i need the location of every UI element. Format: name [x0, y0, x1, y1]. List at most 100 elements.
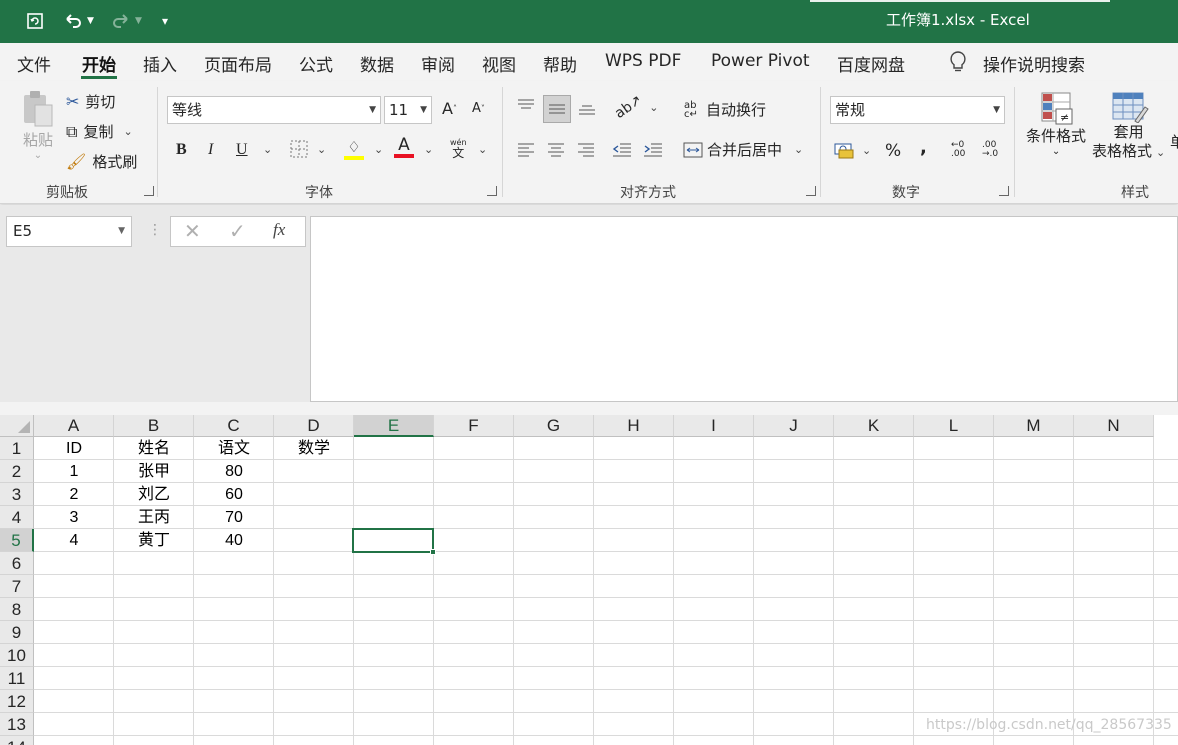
- fill-color-button[interactable]: ♢: [344, 138, 364, 160]
- font-name-select[interactable]: 等线 ▼: [167, 96, 381, 124]
- increase-decimal-icon[interactable]: ←0.00: [951, 141, 965, 159]
- tab-formulas[interactable]: 公式: [299, 51, 333, 76]
- row-header-4[interactable]: 4: [0, 506, 34, 529]
- column-header-j[interactable]: J: [754, 415, 834, 437]
- alignment-launcher-icon[interactable]: [806, 186, 816, 196]
- tab-baidu-netdisk[interactable]: 百度网盘: [837, 51, 905, 76]
- name-box[interactable]: E5 ▼: [6, 216, 132, 247]
- column-header-e[interactable]: E: [354, 415, 434, 437]
- select-all-button[interactable]: [0, 415, 34, 437]
- align-left-button[interactable]: [517, 141, 535, 157]
- paste-dropdown-icon[interactable]: ⌄: [34, 150, 42, 161]
- cell-styles-button-partial[interactable]: 单: [1170, 131, 1178, 152]
- cell-b2[interactable]: 张甲: [114, 460, 194, 483]
- copy-dropdown-icon[interactable]: ⌄: [123, 125, 132, 138]
- customize-qat-icon[interactable]: ▾: [156, 8, 174, 34]
- tab-review[interactable]: 审阅: [421, 51, 455, 76]
- tab-help[interactable]: 帮助: [543, 51, 577, 76]
- row-header-14[interactable]: 14: [0, 736, 34, 745]
- worksheet-grid[interactable]: ABCDEFGHIJKLMN 1234567891011121314 ID姓名语…: [0, 415, 1178, 745]
- phonetic-dropdown-icon[interactable]: ⌄: [474, 143, 487, 156]
- row-header-3[interactable]: 3: [0, 483, 34, 506]
- redo-icon[interactable]: ▼: [106, 8, 146, 34]
- autosave-icon[interactable]: [22, 8, 48, 34]
- tell-me-search[interactable]: 操作说明搜索: [983, 51, 1085, 76]
- align-middle-button[interactable]: [543, 95, 571, 123]
- formula-bar-splitter[interactable]: ⋮: [148, 222, 162, 238]
- font-color-dropdown-icon[interactable]: ⌄: [420, 143, 433, 156]
- cell-a4[interactable]: 3: [34, 506, 114, 529]
- number-launcher-icon[interactable]: [999, 186, 1009, 196]
- tab-view[interactable]: 视图: [482, 51, 516, 76]
- align-center-button[interactable]: [547, 141, 565, 157]
- conditional-formatting-button[interactable]: ≠ 条件格式 ⌄: [1026, 91, 1086, 157]
- number-format-select[interactable]: 常规 ▼: [830, 96, 1005, 124]
- align-top-button[interactable]: [516, 97, 536, 115]
- column-header-k[interactable]: K: [834, 415, 914, 437]
- row-header-2[interactable]: 2: [0, 460, 34, 483]
- cell-c1[interactable]: 语文: [194, 437, 274, 460]
- fill-handle[interactable]: [430, 549, 436, 555]
- italic-button[interactable]: I: [208, 141, 213, 159]
- column-header-c[interactable]: C: [194, 415, 274, 437]
- column-header-m[interactable]: M: [994, 415, 1074, 437]
- comma-style-button[interactable]: ,: [920, 137, 927, 158]
- cell-a1[interactable]: ID: [34, 437, 114, 460]
- underline-dropdown-icon[interactable]: ⌄: [259, 143, 272, 156]
- cell-c2[interactable]: 80: [194, 460, 274, 483]
- wrap-text-button[interactable]: ab c↵ 自动换行: [684, 99, 766, 120]
- column-header-n[interactable]: N: [1074, 415, 1154, 437]
- row-header-1[interactable]: 1: [0, 437, 34, 460]
- underline-button[interactable]: U: [236, 141, 248, 159]
- column-header-b[interactable]: B: [114, 415, 194, 437]
- lightbulb-icon[interactable]: [948, 50, 968, 79]
- tab-power-pivot[interactable]: Power Pivot: [711, 51, 810, 71]
- column-header-h[interactable]: H: [594, 415, 674, 437]
- row-header-7[interactable]: 7: [0, 575, 34, 598]
- row-header-9[interactable]: 9: [0, 621, 34, 644]
- paste-button[interactable]: 粘贴 ⌄: [21, 89, 55, 161]
- tab-wps-pdf[interactable]: WPS PDF: [605, 51, 681, 71]
- cell-a2[interactable]: 1: [34, 460, 114, 483]
- column-header-f[interactable]: F: [434, 415, 514, 437]
- tab-home[interactable]: 开始: [82, 51, 116, 76]
- cut-button[interactable]: ✂ 剪切: [66, 91, 115, 112]
- font-size-select[interactable]: 11 ▼: [384, 96, 432, 124]
- column-header-g[interactable]: G: [514, 415, 594, 437]
- copy-button[interactable]: ⧉ 复制 ⌄: [66, 121, 133, 142]
- borders-button[interactable]: ⌄: [289, 139, 326, 159]
- accounting-format-button[interactable]: ⌄: [834, 141, 871, 159]
- font-color-button[interactable]: A: [394, 136, 414, 158]
- tab-insert[interactable]: 插入: [143, 51, 177, 76]
- cell-b1[interactable]: 姓名: [114, 437, 194, 460]
- cell-c4[interactable]: 70: [194, 506, 274, 529]
- column-header-l[interactable]: L: [914, 415, 994, 437]
- row-header-13[interactable]: 13: [0, 713, 34, 736]
- insert-function-button[interactable]: fx: [273, 220, 285, 240]
- cell-d1[interactable]: 数学: [274, 437, 354, 460]
- cell-b5[interactable]: 黄丁: [114, 529, 194, 552]
- row-header-12[interactable]: 12: [0, 690, 34, 713]
- active-cell-border[interactable]: [352, 528, 436, 555]
- format-painter-button[interactable]: 🖌 格式刷: [66, 151, 137, 172]
- formula-input[interactable]: [310, 216, 1178, 402]
- align-right-button[interactable]: [577, 141, 595, 157]
- tab-file[interactable]: 文件: [17, 51, 51, 76]
- merge-center-button[interactable]: 合并后居中 ⌄: [683, 139, 803, 160]
- column-header-a[interactable]: A: [34, 415, 114, 437]
- fill-color-dropdown-icon[interactable]: ⌄: [370, 143, 383, 156]
- row-header-8[interactable]: 8: [0, 598, 34, 621]
- bold-button[interactable]: B: [176, 141, 187, 159]
- column-header-d[interactable]: D: [274, 415, 354, 437]
- increase-font-size-icon[interactable]: A ˄: [442, 99, 457, 118]
- row-header-6[interactable]: 6: [0, 552, 34, 575]
- percent-style-button[interactable]: %: [885, 141, 901, 161]
- format-as-table-button[interactable]: 套用 表格格式 ⌄: [1092, 91, 1165, 162]
- row-header-11[interactable]: 11: [0, 667, 34, 690]
- cell-c5[interactable]: 40: [194, 529, 274, 552]
- tab-data[interactable]: 数据: [360, 51, 394, 76]
- decrease-font-size-icon[interactable]: A ˅: [472, 101, 485, 116]
- tab-page-layout[interactable]: 页面布局: [204, 51, 272, 76]
- orientation-button[interactable]: ab↗ ⌄: [612, 92, 658, 122]
- decrease-indent-button[interactable]: [612, 141, 632, 157]
